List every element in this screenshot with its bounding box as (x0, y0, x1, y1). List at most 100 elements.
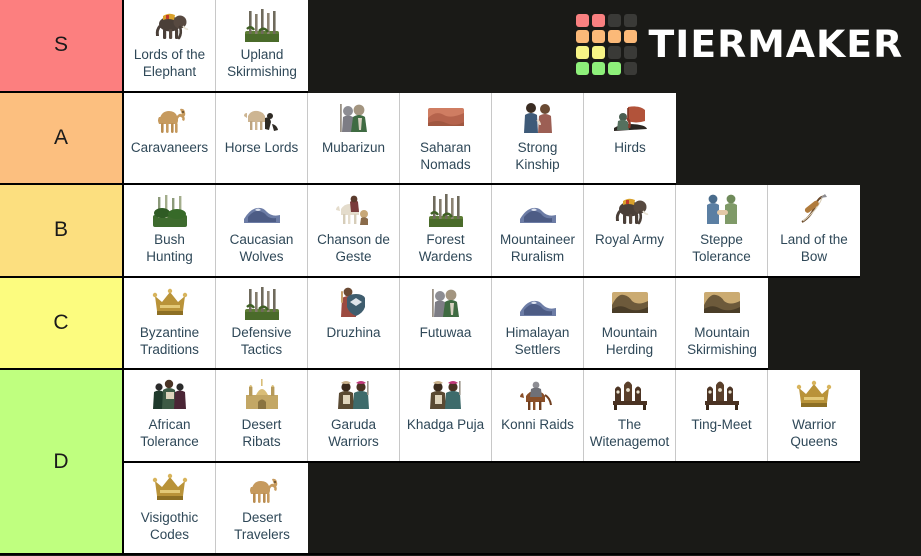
crown-icon (124, 278, 215, 324)
tier-card-label: Himalayan Settlers (505, 324, 570, 357)
tier-card[interactable]: Defensive Tactics (216, 277, 308, 368)
tier-card-label: Warrior Queens (790, 417, 838, 450)
tier-content-b: Bush Hunting Caucasian Wolves Chanson de Gest… (124, 185, 860, 278)
logo-grid-icon (576, 14, 638, 75)
tier-card-label: Futuwaa (419, 324, 472, 340)
logo-cell-2-2 (608, 46, 622, 59)
desert-dune-icon (400, 93, 491, 139)
tier-content-c: Byzantine Traditions Defensive Tactics Druzh… (124, 277, 768, 370)
tier-card-label: Ting-Meet (691, 417, 752, 432)
forest-icon (216, 278, 307, 324)
tier-card-label: Druzhina (326, 324, 381, 340)
tier-card[interactable]: The Witenagemot (584, 370, 676, 461)
tier-row-d: D African Tolerance Desert Ribats Garuda Warri… (0, 370, 860, 555)
tier-card[interactable]: Caravaneers (124, 92, 216, 183)
warriors-icon (400, 278, 491, 324)
tier-row-a: A Caravaneers Horse Lords Mubarizun Saharan N… (0, 92, 676, 185)
tier-card[interactable]: Forest Wardens (400, 185, 492, 276)
logo-cell-3-0 (576, 62, 590, 75)
tier-card[interactable]: Khadga Puja (400, 370, 492, 461)
tier-card[interactable]: Mountain Skirmishing (676, 277, 768, 368)
tier-card[interactable]: Druzhina (308, 277, 400, 368)
tier-card[interactable]: Visigothic Codes (124, 462, 216, 553)
tier-card[interactable]: Desert Travelers (216, 462, 308, 553)
tier-card[interactable]: Ting-Meet (676, 370, 768, 461)
tier-card[interactable]: Saharan Nomads (400, 92, 492, 183)
tier-label-s[interactable]: S (0, 0, 124, 93)
tier-card[interactable]: Horse Lords (216, 92, 308, 183)
tier-card[interactable]: Himalayan Settlers (492, 277, 584, 368)
tier-card-label: Caucasian Wolves (229, 232, 294, 265)
tier-card-line: Bush Hunting Caucasian Wolves Chanson de Gest… (124, 185, 860, 278)
tier-card-label: Mountain Herding (601, 324, 658, 357)
thrones-icon (676, 370, 767, 416)
tier-label-b[interactable]: B (0, 185, 124, 278)
tier-card-label: Hirds (614, 139, 646, 155)
tier-content-d: African Tolerance Desert Ribats Garuda Warrio… (124, 370, 860, 555)
tier-card[interactable]: Mountain Herding (584, 277, 676, 368)
tier-card[interactable]: Futuwaa (400, 277, 492, 368)
tier-card-label: Mubarizun (321, 139, 386, 155)
logo-cell-0-3 (624, 14, 638, 27)
camel-icon (124, 93, 215, 139)
tier-card[interactable]: Garuda Warriors (308, 370, 400, 461)
tier-card[interactable]: Hirds (584, 92, 676, 183)
tier-card[interactable]: African Tolerance (124, 370, 216, 461)
tier-card-line: Caravaneers Horse Lords Mubarizun Saharan No… (124, 92, 676, 185)
tier-card[interactable]: Konni Raids (492, 370, 584, 461)
warriors-icon (308, 93, 399, 139)
logo-cell-2-1 (592, 46, 606, 59)
logo-cell-3-3 (624, 62, 638, 75)
logo-cell-3-2 (608, 62, 622, 75)
tier-card-label: Desert Ribats (241, 417, 282, 450)
mountain-blue-icon (216, 185, 307, 231)
tier-card[interactable]: Caucasian Wolves (216, 185, 308, 276)
tier-card[interactable]: Desert Ribats (216, 370, 308, 461)
tier-card-line: Lords of the Elephant Upland Skirmishing (124, 0, 308, 93)
tier-card[interactable]: Warrior Queens (768, 370, 860, 461)
logo-cell-1-3 (624, 30, 638, 43)
tier-card-label: Khadga Puja (406, 417, 485, 432)
tier-card[interactable]: Mountaineer Ruralism (492, 185, 584, 276)
tier-card-label: Visigothic Codes (140, 509, 199, 542)
tier-card-label: Lords of the Elephant (133, 47, 206, 80)
tier-card[interactable]: Lords of the Elephant (124, 0, 216, 91)
tier-card-label: Konni Raids (501, 417, 574, 432)
logo-wordmark: TIERMAKER (648, 23, 904, 66)
people-group-icon (124, 370, 215, 416)
tier-card[interactable]: Steppe Tolerance (676, 185, 768, 276)
mosque-icon (216, 370, 307, 416)
tier-card-label: Bush Hunting (146, 232, 193, 265)
tier-label-d[interactable]: D (0, 370, 124, 555)
logo-cell-1-1 (592, 30, 606, 43)
tier-card-line: Visigothic Codes Desert Travelers (124, 462, 860, 555)
tier-card-label: Desert Travelers (234, 509, 290, 542)
tier-card[interactable]: Bush Hunting (124, 185, 216, 276)
tier-row-s: S Lords of the Elephant Upland Skirmishing (0, 0, 308, 93)
logo-cell-1-0 (576, 30, 590, 43)
tier-card[interactable]: Strong Kinship (492, 92, 584, 183)
tier-card-label: Mountaineer Ruralism (499, 232, 576, 265)
tier-label-a[interactable]: A (0, 92, 124, 185)
crown-icon (768, 370, 860, 416)
mountain-tan-icon (676, 278, 768, 324)
tier-card-label: Byzantine Traditions (139, 324, 200, 357)
horse-hunt-icon (216, 93, 307, 139)
tier-card-label: Saharan Nomads (419, 139, 472, 172)
tier-card[interactable]: Land of the Bow (768, 185, 860, 276)
tier-card[interactable]: Royal Army (584, 185, 676, 276)
tier-card-label: The Witenagemot (589, 417, 670, 450)
mountain-tan-icon (584, 278, 675, 324)
elephant-icon (584, 185, 675, 231)
tier-card[interactable]: Byzantine Traditions (124, 277, 216, 368)
tier-label-c[interactable]: C (0, 277, 124, 370)
thrones-icon (584, 370, 675, 416)
tier-card[interactable]: Upland Skirmishing (216, 0, 308, 91)
tier-card-label: Chanson de Geste (317, 232, 390, 265)
tier-card[interactable]: Mubarizun (308, 92, 400, 183)
tier-row-c: C Byzantine Traditions Defensive Tactics Druz… (0, 277, 768, 370)
tier-card-label: Steppe Tolerance (692, 232, 751, 265)
tier-card[interactable]: Chanson de Geste (308, 185, 400, 276)
tier-content-a: Caravaneers Horse Lords Mubarizun Saharan No… (124, 92, 676, 185)
handshake-icon (676, 185, 767, 231)
